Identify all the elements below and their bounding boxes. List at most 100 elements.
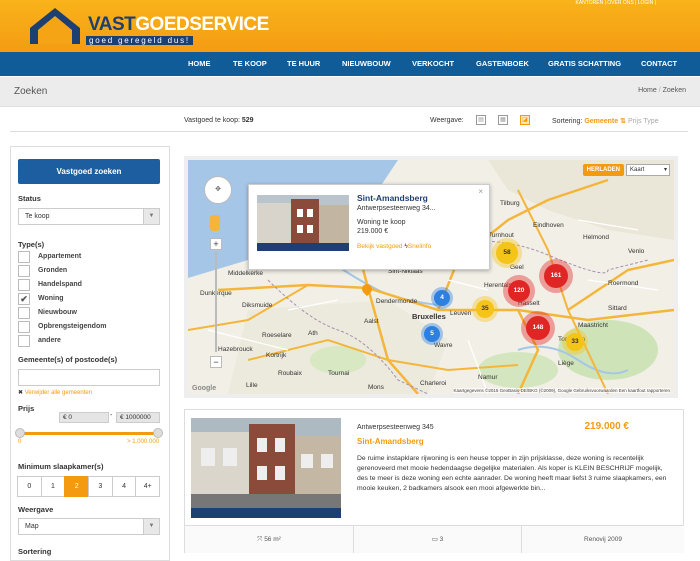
bedrooms-option-4[interactable]: 4 [111,476,137,497]
map-attribution[interactable]: Kaartgegevens ©2015 GeoBasis-DE/BKG (©20… [453,388,670,393]
listing-renovated: Renovij 2009 [521,525,684,553]
zoom-out-icon[interactable]: − [210,356,222,368]
popup-property-photo[interactable] [257,195,349,251]
logo-house-icon[interactable] [26,4,84,44]
sort-type[interactable]: Type [643,118,658,125]
reload-map-button[interactable]: HERLADEN [582,164,624,176]
status-label: Status [18,194,41,203]
checkbox[interactable] [18,335,30,347]
breadcrumb-home[interactable]: Home [638,87,657,94]
map-cluster-marker[interactable]: 58 [496,242,518,264]
map-cluster-marker[interactable]: 120 [508,280,530,302]
map-type-select[interactable]: Kaart ▾ [626,164,670,176]
checkmark-icon[interactable]: ✔ [18,293,30,305]
listing-photo[interactable] [191,418,341,518]
zoom-slider[interactable] [215,252,217,352]
map-city-label: Eindhoven [533,222,564,229]
view-select-label: Weergave [18,505,54,514]
price-slider-min-handle[interactable] [15,428,25,438]
view-select[interactable]: Map ▼ [18,518,160,535]
map-pan-control[interactable]: ✥ [204,176,232,204]
price-slider[interactable] [15,428,163,438]
view-property-link[interactable]: Bekijk vastgoed [357,243,403,250]
price-min-input[interactable]: € 0 [59,412,109,423]
nav-gratis-schatting[interactable]: GRATIS SCHATTING [548,52,621,76]
map-city-label: Dendermonde [376,298,418,305]
price-separator: - [110,412,113,419]
close-icon[interactable]: × [478,187,483,196]
sort-direction-icon[interactable]: ⇅ [620,118,626,125]
type-label: Woning [38,295,64,302]
zoom-in-icon[interactable]: + [210,238,222,250]
checkbox[interactable] [18,279,30,291]
bedrooms-option-4plus[interactable]: 4+ [135,476,161,497]
map-view-icon[interactable]: ◪ [520,115,530,125]
nav-te-koop[interactable]: TE KOOP [233,52,267,76]
popup-type: Woning te koop [357,219,406,226]
bedrooms-option-3[interactable]: 3 [88,476,113,497]
nav-gastenboek[interactable]: GASTENBOEK [476,52,529,76]
map-city-label: Ath [308,330,318,337]
nav-te-huur[interactable]: TE HUUR [287,52,320,76]
listing-address: Antwerpsesteenweg 345 [357,424,434,431]
sort-controls: Sortering: Gemeente ⇅ Prijs Type [552,117,659,125]
search-property-button[interactable]: Vastgoed zoeken [18,159,160,184]
sort-select-label: Sortering [18,547,52,556]
top-links[interactable]: KANTOREN | OVER ONS | LOGIN | [576,0,657,6]
map-city-label: Tournai [328,370,350,377]
price-slider-max-handle[interactable] [153,428,163,438]
checkbox[interactable] [18,321,30,333]
property-map[interactable]: Sint-Niklaas Middelkerke Dunkerque Diksm… [184,156,678,398]
sort-prijs[interactable]: Prijs [628,118,642,125]
area-icon: ⤧ [257,536,263,543]
price-max-input[interactable]: € 1000000 [116,412,160,423]
nav-contact[interactable]: CONTACT [641,52,677,76]
bedrooms-option-0[interactable]: 0 [17,476,42,497]
status-select[interactable]: Te koop ▼ [18,208,160,225]
checkbox[interactable] [18,265,30,277]
bedrooms-option-1[interactable]: 1 [40,476,66,497]
nav-nieuwbouw[interactable]: NIEUWBOUW [342,52,391,76]
nav-verkocht[interactable]: VERKOCHT [412,52,454,76]
bedrooms-option-2[interactable]: 2 [64,476,90,497]
map-cluster-marker[interactable]: 5 [424,326,440,342]
map-city-label: Leuven [450,310,472,317]
map-cluster-marker[interactable]: 35 [476,300,494,318]
map-city-label: Sittard [608,305,627,312]
popup-price: 219.000 € [357,228,389,235]
quick-info-link[interactable]: Snelinfo [408,243,432,250]
map-info-popup: Sint-Amandsberg Antwerpsesteenweg 34... … [248,184,490,270]
slider-min-label: 0 [18,439,22,445]
google-logo[interactable]: Google [192,385,216,392]
map-cluster-marker[interactable]: 33 [566,333,584,351]
map-cluster-marker[interactable]: 148 [526,316,550,340]
sort-gemeente[interactable]: Gemeente [584,118,618,125]
nav-home[interactable]: HOME [188,52,211,76]
streetview-pegman-icon[interactable] [210,215,220,231]
map-cluster-marker[interactable]: 161 [544,264,568,288]
map-city-label: Hazebrouck [218,346,253,353]
logo-text[interactable]: VASTGOEDSERVICE [88,14,269,36]
map-city-label: Kortrijk [266,352,287,359]
list-view-icon[interactable]: ▤ [476,115,486,125]
chevron-down-icon: ▼ [143,519,159,534]
listing-town[interactable]: Sint-Amandsberg [357,437,424,446]
map-city-label: Tilburg [500,200,520,207]
status-select-value: Te koop [25,213,50,220]
map-city-label: Roeselare [262,332,292,339]
map-city-label: Liège [558,360,574,367]
map-city-label: Namur [478,374,498,381]
checkbox[interactable] [18,251,30,263]
listing-card[interactable]: Antwerpsesteenweg 345 Sint-Amandsberg 21… [184,409,684,553]
popup-title[interactable]: Sint-Amandsberg [357,193,428,203]
remove-municipalities-link[interactable]: ✖ Verwijder alle gemeenten [18,389,92,396]
listing-price: 219.000 € [584,421,630,432]
types-label: Type(s) [18,240,45,249]
type-label: Gronden [38,267,68,274]
grid-view-icon[interactable]: ▦ [498,115,508,125]
postcode-input[interactable] [18,369,160,386]
map-cluster-marker[interactable]: 4 [434,290,450,306]
top-header: VASTGOEDSERVICE goed geregeld dus! KANTO… [0,0,700,52]
map-city-label: Aalst [364,318,379,325]
checkbox[interactable] [18,307,30,319]
